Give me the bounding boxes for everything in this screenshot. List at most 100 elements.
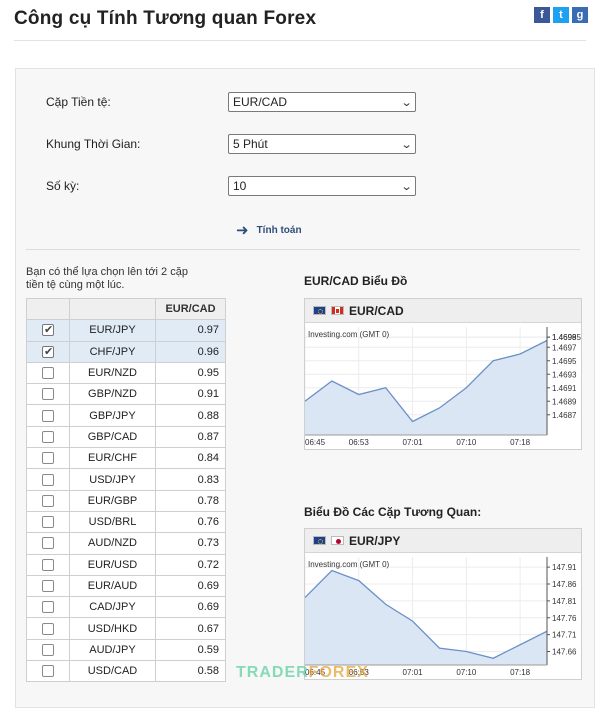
- row-checkbox[interactable]: [42, 558, 54, 571]
- row-checkbox[interactable]: [42, 367, 54, 380]
- main-chart-header: EUR/CAD: [305, 299, 581, 323]
- row-checkbox[interactable]: [42, 537, 54, 550]
- row-checkbox-cell[interactable]: [26, 532, 70, 555]
- chart-source-label: Investing.com (GMT 0): [308, 330, 390, 339]
- row-checkbox[interactable]: [42, 580, 54, 593]
- row-correlation: 0.69: [155, 596, 226, 619]
- row-correlation: 0.67: [155, 617, 226, 640]
- row-checkbox[interactable]: [42, 643, 54, 656]
- y-tick-label: 1.4691: [552, 384, 577, 393]
- table-row[interactable]: EUR/JPY0.97: [26, 319, 226, 342]
- y-tick-label: 147.81: [552, 597, 577, 606]
- facebook-icon[interactable]: f: [534, 7, 550, 23]
- table-row[interactable]: CAD/JPY 0.69: [26, 596, 226, 619]
- row-correlation: 0.95: [155, 361, 226, 385]
- row-checkbox[interactable]: [42, 665, 54, 678]
- table-row[interactable]: GBP/CAD 0.87: [26, 425, 226, 449]
- table-row[interactable]: AUD/NZD 0.73: [26, 532, 226, 555]
- row-correlation: 0.88: [155, 404, 226, 427]
- row-pair: EUR/JPY: [69, 319, 156, 342]
- section-divider: [26, 249, 580, 250]
- row-pair: GBP/CAD: [69, 425, 156, 449]
- corr-chart-body: 147.91 147.86 147.81 147.76 147.71 147.66 06:4…: [305, 553, 581, 679]
- table-row[interactable]: AUD/JPY 0.59: [26, 638, 226, 662]
- row-pair: EUR/GBP: [69, 489, 156, 512]
- row-checkbox-cell[interactable]: [26, 340, 70, 363]
- row-checkbox-cell[interactable]: [26, 447, 70, 470]
- row-checkbox[interactable]: [42, 473, 54, 486]
- row-checkbox-cell[interactable]: [26, 660, 70, 683]
- row-checkbox-cell[interactable]: [26, 596, 70, 619]
- corr-chart-pair: EUR/JPY: [349, 533, 401, 548]
- row-checkbox-cell[interactable]: [26, 617, 70, 640]
- y-tick-label: 1.4687: [552, 411, 577, 420]
- table-row[interactable]: EUR/GBP 0.78: [26, 489, 226, 512]
- table-row[interactable]: GBP/NZD 0.91: [26, 383, 226, 406]
- row-pair: AUD/JPY: [69, 638, 156, 662]
- table-row[interactable]: USD/BRL 0.76: [26, 510, 226, 534]
- row-checkbox-cell[interactable]: [26, 319, 70, 342]
- row-checkbox-cell[interactable]: [26, 553, 70, 576]
- y-tick-label: 1.4697: [552, 343, 577, 352]
- twitter-icon[interactable]: t: [553, 7, 569, 23]
- row-checkbox[interactable]: [42, 345, 54, 358]
- row-checkbox-cell[interactable]: [26, 468, 70, 491]
- eu-flag-icon: [313, 536, 326, 545]
- watermark-text-1: TRADER: [236, 664, 309, 681]
- row-pair: AUD/NZD: [69, 532, 156, 555]
- row-checkbox[interactable]: [42, 323, 54, 337]
- row-checkbox-cell[interactable]: [26, 425, 70, 449]
- timeframe-select[interactable]: 5 Phút ⌄: [228, 134, 416, 154]
- table-row[interactable]: GBP/JPY 0.88: [26, 404, 226, 427]
- row-checkbox-cell[interactable]: [26, 574, 70, 598]
- table-row[interactable]: EUR/USD 0.72: [26, 553, 226, 576]
- x-tick-label: 06:45: [305, 438, 326, 447]
- x-tick-label: 07:01: [403, 668, 424, 677]
- table-row[interactable]: EUR/NZD 0.95: [26, 361, 226, 385]
- row-checkbox-cell[interactable]: [26, 489, 70, 512]
- timeframe-select-value: 5 Phút: [233, 137, 268, 151]
- row-checkbox-cell[interactable]: [26, 404, 70, 427]
- row-checkbox-cell[interactable]: [26, 510, 70, 534]
- corr-chart-title: Biểu Đồ Các Cặp Tương Quan:: [304, 505, 482, 519]
- row-pair: GBP/JPY: [69, 404, 156, 427]
- calculate-button[interactable]: ➜ Tính toán: [236, 221, 302, 239]
- y-tick-label: 1.46985: [552, 333, 581, 342]
- pair-select-value: EUR/CAD: [233, 95, 288, 109]
- row-correlation: 0.76: [155, 510, 226, 534]
- row-checkbox[interactable]: [42, 388, 54, 401]
- row-pair: EUR/NZD: [69, 361, 156, 385]
- table-row[interactable]: USD/JPY 0.83: [26, 468, 226, 491]
- row-checkbox[interactable]: [42, 516, 54, 529]
- row-correlation: 0.78: [155, 489, 226, 512]
- pair-select[interactable]: EUR/CAD ⌄: [228, 92, 416, 112]
- periods-select[interactable]: 10 ⌄: [228, 176, 416, 196]
- x-tick-label: 06:53: [349, 438, 370, 447]
- table-row[interactable]: EUR/CHF 0.84: [26, 447, 226, 470]
- row-pair: EUR/AUD: [69, 574, 156, 598]
- table-row[interactable]: USD/HKD 0.67: [26, 617, 226, 640]
- google-plus-icon[interactable]: g: [572, 7, 588, 23]
- row-checkbox[interactable]: [42, 430, 54, 443]
- y-tick-label: 147.76: [552, 614, 577, 623]
- row-correlation: 0.73: [155, 532, 226, 555]
- row-checkbox[interactable]: [42, 409, 54, 422]
- row-checkbox[interactable]: [42, 622, 54, 635]
- chevron-down-icon: ⌄: [400, 96, 413, 109]
- row-checkbox-cell[interactable]: [26, 361, 70, 385]
- row-pair: EUR/CHF: [69, 447, 156, 470]
- row-correlation: 0.83: [155, 468, 226, 491]
- row-checkbox-cell[interactable]: [26, 638, 70, 662]
- y-tick-label: 147.71: [552, 631, 577, 640]
- row-checkbox[interactable]: [42, 601, 54, 614]
- checkbox-column-header: [26, 297, 70, 321]
- row-checkbox[interactable]: [42, 494, 54, 507]
- x-tick-label: 07:10: [456, 438, 477, 447]
- row-pair: USD/JPY: [69, 468, 156, 491]
- row-checkbox[interactable]: [42, 452, 54, 465]
- table-row[interactable]: EUR/AUD 0.69: [26, 574, 226, 598]
- row-checkbox-cell[interactable]: [26, 383, 70, 406]
- table-row[interactable]: CHF/JPY0.96: [26, 340, 226, 363]
- row-correlation: 0.96: [155, 340, 226, 363]
- table-row[interactable]: USD/CAD 0.58: [26, 660, 226, 683]
